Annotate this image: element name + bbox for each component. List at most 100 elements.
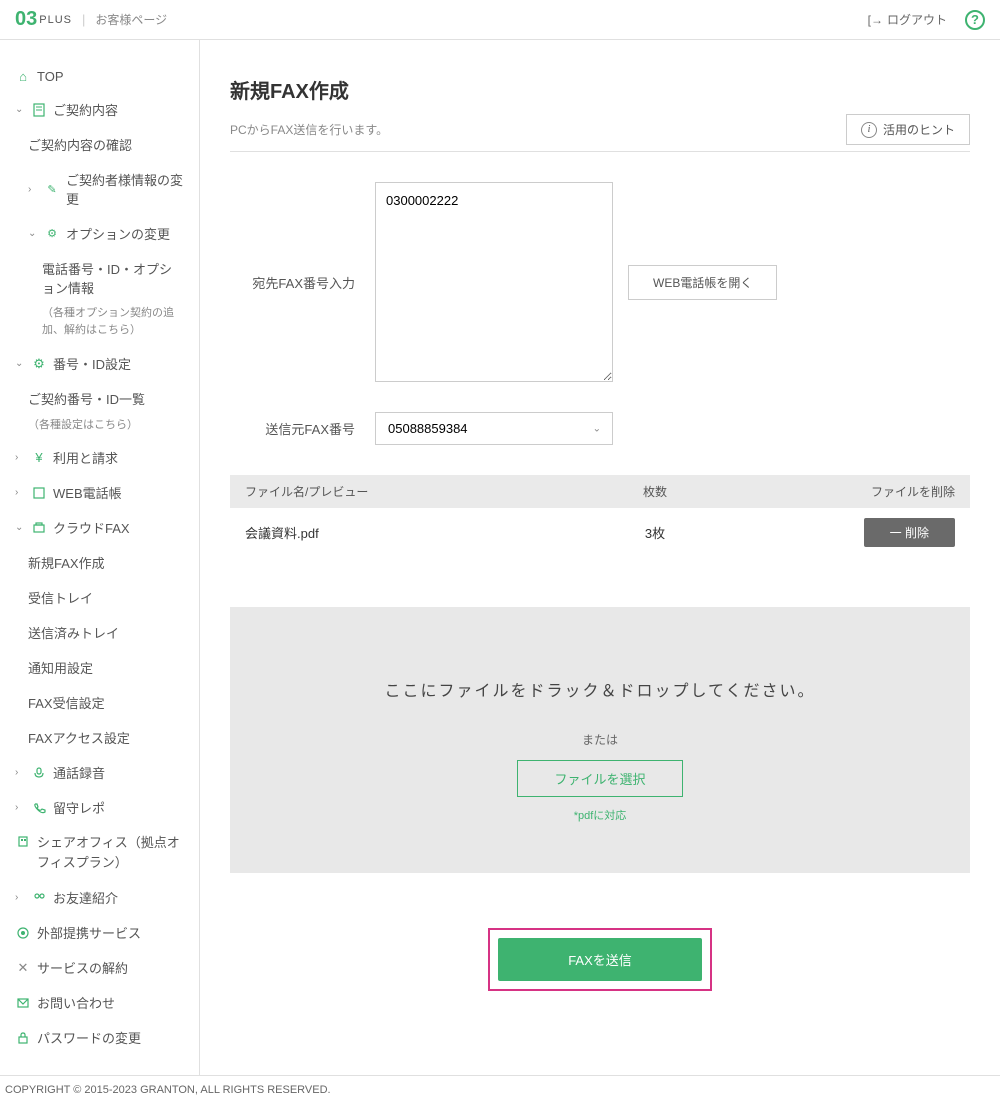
file-pages: 3枚 (555, 523, 755, 542)
chevron-right-icon: › (15, 892, 25, 903)
nav-cancel[interactable]: ✕ サービスの解約 (0, 950, 199, 985)
drop-zone[interactable]: ここにファイルをドラック＆ドロップしてください。 または ファイルを選択 *pd… (230, 607, 970, 873)
nav-notification[interactable]: 通知用設定 (0, 650, 199, 685)
nav-number-list[interactable]: ご契約番号・ID一覧 (0, 381, 199, 416)
table-header: ファイル名/プレビュー 枚数 ファイルを削除 (230, 475, 970, 508)
nav-voicemail[interactable]: › 留守レポ (0, 790, 199, 825)
person-icon: ✎ (44, 181, 60, 197)
home-icon: ⌂ (15, 68, 31, 84)
page-subtitle: PCからFAX送信を行います。 (230, 121, 388, 138)
yen-icon: ¥ (31, 450, 47, 466)
people-icon (31, 890, 47, 906)
nav-label: ご契約番号・ID一覧 (28, 389, 145, 408)
nav-cloud-fax[interactable]: ⌄ クラウドFAX (0, 510, 199, 545)
nav-share-office[interactable]: シェアオフィス（拠点オフィスプラン） (0, 825, 199, 880)
nav-phone-option[interactable]: 電話番号・ID・オプション情報 (0, 251, 199, 305)
chevron-down-icon: ⌄ (15, 358, 25, 369)
page-label: お客様ページ (95, 11, 167, 28)
nav-label: 通知用設定 (28, 658, 93, 677)
mail-icon (15, 995, 31, 1011)
footer: COPYRIGHT © 2015-2023 GRANTON, ALL RIGHT… (0, 1075, 1000, 1104)
file-name[interactable]: 会議資料.pdf (245, 523, 555, 542)
logo: 03PLUS (15, 8, 72, 31)
nav-recording[interactable]: › 通話録音 (0, 755, 199, 790)
nav-referral[interactable]: › お友達紹介 (0, 880, 199, 915)
chevron-right-icon: › (15, 767, 25, 778)
delete-button[interactable]: 一 削除 (864, 518, 955, 547)
nav-label: FAX受信設定 (28, 693, 105, 712)
main-content: 新規FAX作成 PCからFAX送信を行います。 i 活用のヒント 宛先FAX番号… (200, 40, 1000, 1075)
nav-note: （各種オプション契約の追加、解約はこちら） (0, 305, 199, 346)
chevron-right-icon: › (15, 487, 25, 498)
nav-external[interactable]: 外部提携サービス (0, 915, 199, 950)
nav-label: パスワードの変更 (37, 1028, 141, 1047)
nav-label: 新規FAX作成 (28, 553, 105, 572)
help-icon[interactable]: ? (965, 10, 985, 30)
nav-usage-billing[interactable]: › ¥ 利用と請求 (0, 440, 199, 475)
hint-button[interactable]: i 活用のヒント (846, 114, 970, 145)
nav-label: オプションの変更 (66, 224, 170, 243)
header-pages: 枚数 (555, 483, 755, 500)
mic-icon (31, 765, 47, 781)
hint-label: 活用のヒント (883, 121, 955, 138)
table-row: 会議資料.pdf 3枚 一 削除 (230, 508, 970, 557)
nav-label: FAXアクセス設定 (28, 728, 130, 747)
nav-label: クラウドFAX (53, 518, 130, 537)
nav-label: WEB電話帳 (53, 483, 122, 502)
nav-label: サービスの解約 (37, 958, 128, 977)
header: 03PLUS | お客様ページ [→ ログアウト ? (0, 0, 1000, 40)
nav-option-change[interactable]: ⌄ ⚙ オプションの変更 (0, 216, 199, 251)
copyright: COPYRIGHT © 2015-2023 GRANTON, ALL RIGHT… (5, 1084, 331, 1096)
fax-icon (31, 520, 47, 536)
nav-number-id[interactable]: ⌄ ⚙ 番号・ID設定 (0, 346, 199, 381)
nav-inbox[interactable]: 受信トレイ (0, 580, 199, 615)
chevron-down-icon: ⌄ (15, 104, 25, 115)
nav-new-fax[interactable]: 新規FAX作成 (0, 545, 199, 580)
chevron-down-icon: ⌄ (15, 522, 25, 533)
nav-top[interactable]: ⌂ TOP (0, 60, 199, 92)
drop-or: または (250, 731, 950, 748)
settings-icon: ⚙ (31, 356, 47, 372)
header-name: ファイル名/プレビュー (245, 483, 555, 500)
nav-contractor-change[interactable]: › ✎ ご契約者様情報の変更 (0, 162, 199, 216)
logout-icon: [→ (868, 13, 883, 27)
nav-inquiry[interactable]: お問い合わせ (0, 985, 199, 1020)
header-delete: ファイルを削除 (755, 483, 955, 500)
nav-fax-receive[interactable]: FAX受信設定 (0, 685, 199, 720)
sender-fax-select[interactable]: 05088859384 (375, 412, 613, 445)
nav-fax-access[interactable]: FAXアクセス設定 (0, 720, 199, 755)
link-icon (15, 925, 31, 941)
nav-label: 外部提携サービス (37, 923, 141, 942)
nav-note: （各種設定はこちら） (0, 416, 199, 440)
logout-link[interactable]: [→ ログアウト (868, 11, 947, 28)
pdf-note: *pdfに対応 (250, 807, 950, 823)
close-icon: ✕ (15, 960, 31, 976)
building-icon (15, 833, 31, 849)
gear-icon: ⚙ (44, 226, 60, 242)
book-icon (31, 485, 47, 501)
chevron-right-icon: › (15, 802, 25, 813)
nav-sent[interactable]: 送信済みトレイ (0, 615, 199, 650)
nav-label: お友達紹介 (53, 888, 118, 907)
send-fax-button[interactable]: FAXを送信 (498, 938, 702, 981)
chevron-right-icon: › (28, 184, 38, 195)
drop-text: ここにファイルをドラック＆ドロップしてください。 (250, 677, 950, 701)
page-title: 新規FAX作成 (230, 75, 970, 104)
nav-label: ご契約者様情報の変更 (66, 170, 184, 208)
nav-label: 通話録音 (53, 763, 105, 782)
nav-label: 留守レポ (53, 798, 105, 817)
nav-password[interactable]: パスワードの変更 (0, 1020, 199, 1055)
divider: | (82, 12, 85, 27)
phonebook-button[interactable]: WEB電話帳を開く (628, 265, 777, 300)
nav-label: TOP (37, 69, 64, 84)
nav-label: 番号・ID設定 (53, 354, 131, 373)
nav-label: シェアオフィス（拠点オフィスプラン） (37, 833, 184, 872)
file-select-button[interactable]: ファイルを選択 (517, 760, 682, 797)
nav-web-phonebook[interactable]: › WEB電話帳 (0, 475, 199, 510)
dest-fax-input[interactable]: 0300002222 (375, 182, 613, 382)
file-table: ファイル名/プレビュー 枚数 ファイルを削除 会議資料.pdf 3枚 一 削除 (230, 475, 970, 557)
nav-contract-confirm[interactable]: ご契約内容の確認 (0, 127, 199, 162)
send-highlight: FAXを送信 (488, 928, 712, 991)
nav-label: 利用と請求 (53, 448, 118, 467)
nav-contract[interactable]: ⌄ ご契約内容 (0, 92, 199, 127)
